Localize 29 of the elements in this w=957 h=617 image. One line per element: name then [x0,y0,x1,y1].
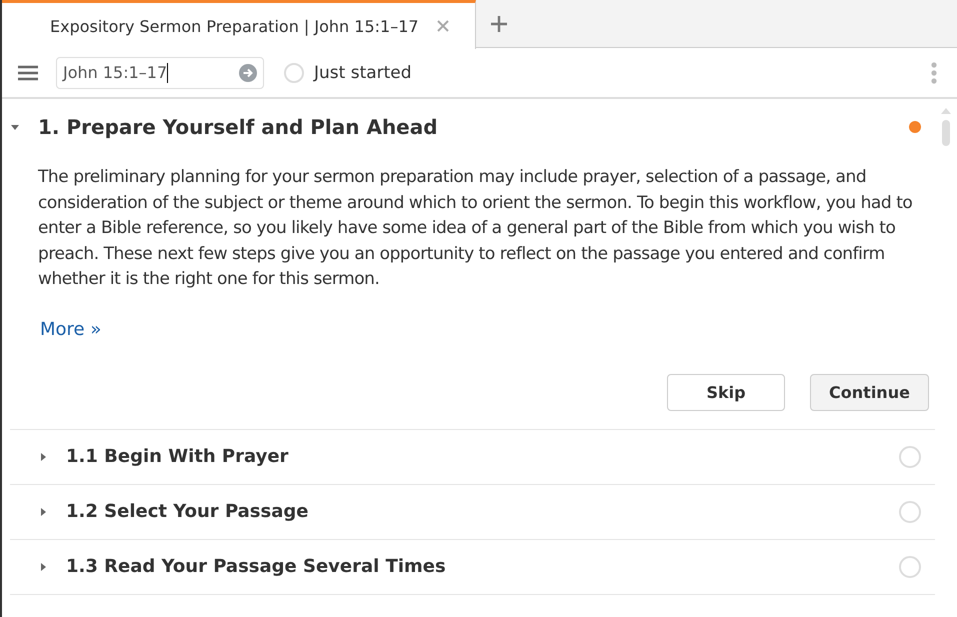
tab-title: Expository Sermon Preparation | John 15:1–17 [50,16,419,36]
step-title: 1.2 Select Your Passage [66,501,310,522]
continue-button[interactable]: Continue [810,374,929,410]
expand-caret-icon[interactable] [38,562,48,572]
section-description: The preliminary planning for your sermon preparation may include prayer, selection of a passage, and consideration of the subject or theme around which to orient the sermon. To begin this workflow, you had to enter a Bible reference, so you likely have some idea of a general part of the Bible from which you wish to preach. These next few steps give you an opportunity to reflect on the passage you entered and confirm whether it is the right one for this sermon. [38,166,914,291]
scrollbar-thumb[interactable] [942,120,950,146]
step-status-circle[interactable] [899,556,921,578]
more-options-icon[interactable] [931,62,937,84]
expand-caret-icon[interactable] [38,506,48,516]
more-link[interactable]: More » [40,318,102,340]
step-row[interactable]: 1.3 Read Your Passage Several Times [10,540,935,594]
expand-caret-icon[interactable] [38,452,48,462]
section-title: 1. Prepare Yourself and Plan Ahead [38,115,439,139]
status-radio[interactable] [284,62,304,82]
step-status-circle[interactable] [899,500,921,522]
document-tab[interactable]: Expository Sermon Preparation | John 15:1–17 [2,0,476,49]
step-row[interactable]: 1.2 Select Your Passage [10,484,935,540]
step-status-circle[interactable] [899,446,921,468]
status-label: Just started [314,62,412,82]
close-icon[interactable] [436,20,449,32]
plus-icon [490,14,508,32]
expand-caret-icon[interactable] [10,122,20,132]
menu-icon[interactable] [18,64,38,80]
step-title: 1.1 Begin With Prayer [66,446,290,467]
skip-button[interactable]: Skip [667,374,785,410]
scroll-up-icon[interactable] [941,107,951,114]
step-title: 1.3 Read Your Passage Several Times [66,556,447,577]
reference-field[interactable]: John 15:1–17 [56,56,264,88]
step-row[interactable]: 1.1 Begin With Prayer [10,430,935,484]
